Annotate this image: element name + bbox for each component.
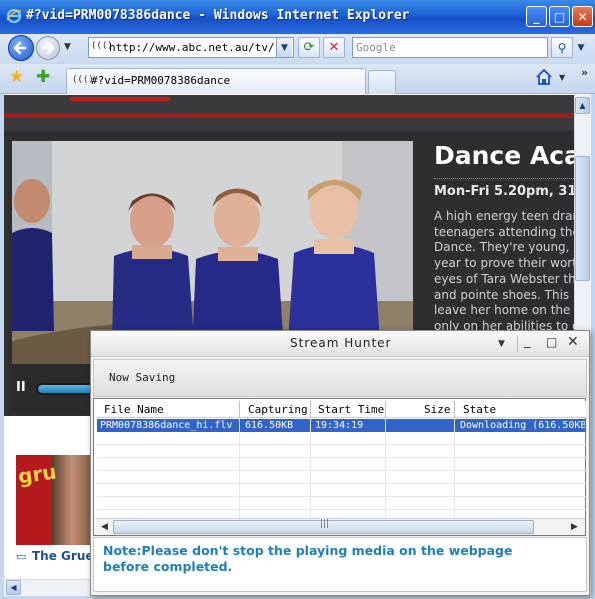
maximize-button[interactable]: □ — [549, 6, 570, 27]
close-icon: ✕ — [577, 9, 588, 24]
window-title: #?vid=PRM0078386dance - Windows Internet… — [26, 8, 410, 23]
grid-line — [97, 496, 586, 497]
sh-maximize-button[interactable]: □ — [546, 335, 557, 349]
search-input[interactable]: Google — [356, 41, 396, 54]
column-header-size[interactable]: Size — [424, 403, 451, 416]
desc-line: A high energy teen drama — [434, 209, 584, 223]
header-accent — [70, 97, 170, 101]
grid-line — [239, 419, 240, 519]
stream-hunter-title: Stream Hunter — [290, 336, 392, 350]
refresh-button[interactable]: ⟳ — [298, 37, 320, 58]
desc-line: leave her home on the farm — [434, 303, 584, 318]
title-divider — [434, 178, 574, 179]
window-frame-right — [591, 94, 595, 599]
grid-line — [310, 419, 311, 519]
note-text: Note:Please don't stop the playing media… — [103, 543, 513, 574]
grid-line — [97, 457, 586, 458]
pause-icon[interactable]: II — [16, 380, 26, 395]
sh-title-separator — [517, 336, 518, 352]
forward-button[interactable] — [36, 36, 60, 60]
cell-capturing: 616.50KB — [245, 420, 294, 431]
grid-line — [97, 509, 586, 510]
desc-line: Dance. They're young, bea — [434, 240, 584, 255]
column-divider[interactable] — [454, 401, 455, 418]
add-favorites-icon[interactable]: ✚ — [36, 67, 50, 87]
column-divider[interactable] — [385, 401, 386, 418]
column-divider[interactable] — [239, 401, 240, 418]
column-divider[interactable] — [310, 401, 311, 418]
home-icon[interactable] — [535, 68, 555, 88]
tv-icon: ▭ — [16, 550, 27, 563]
new-tab-button[interactable] — [368, 70, 396, 94]
back-button[interactable] — [8, 35, 34, 61]
column-header-state[interactable]: State — [463, 403, 496, 416]
stop-button[interactable]: ✕ — [323, 37, 345, 58]
cell-start-time: 19:34:19 — [315, 420, 364, 431]
sh-close-button[interactable]: ✕ — [567, 334, 579, 350]
desc-line: eyes of Tara Webster this — [434, 271, 584, 286]
sh-minimize-button[interactable]: _ — [524, 334, 531, 349]
home-dropdown[interactable]: ▼ — [559, 73, 565, 82]
sh-status-text: Now Saving — [109, 371, 176, 384]
column-header-capturing[interactable]: Capturing — [248, 403, 308, 416]
desc-line: teenagers attending the N — [434, 224, 584, 239]
forward-arrow-icon — [41, 41, 55, 55]
recent-pages-dropdown[interactable]: ▼ — [64, 42, 71, 52]
scroll-left-icon[interactable]: ◀ — [97, 520, 112, 534]
back-arrow-icon — [13, 41, 27, 55]
column-header-start-time[interactable]: Start Time — [318, 403, 384, 416]
search-options-dropdown[interactable]: ▼ — [574, 38, 588, 57]
search-button[interactable]: ⚲ — [551, 37, 573, 58]
tab-label[interactable]: #?vid=PRM0078386dance — [91, 74, 230, 87]
grid-line — [454, 419, 455, 519]
maximize-icon: □ — [553, 9, 566, 24]
sh-menu-dropdown-icon[interactable]: ▼ — [498, 339, 505, 349]
header-red-line — [4, 113, 574, 118]
scroll-left-icon[interactable]: ◀ — [6, 580, 21, 595]
thumbnail-person-image — [52, 455, 92, 545]
grid-line — [97, 444, 586, 445]
show-time: Mon-Fri 5.20pm, 31/05 — [434, 184, 595, 199]
chevron-more-icon[interactable]: » — [581, 66, 588, 79]
scroll-right-icon[interactable]: ▶ — [567, 520, 582, 534]
grid-line — [97, 470, 586, 471]
cell-file-name: PRM0078386dance_hi.flv — [100, 420, 233, 431]
vertical-scroll-thumb[interactable] — [575, 156, 590, 281]
desc-line: year to prove their worth. S — [434, 256, 584, 271]
progress-fill — [38, 385, 93, 393]
close-button[interactable]: ✕ — [572, 6, 593, 27]
minimize-icon: _ — [533, 9, 540, 24]
ie-logo-icon — [6, 8, 22, 24]
show-description: A high energy teen drama teenagers atten… — [434, 209, 584, 335]
cell-state: Downloading (616.50KB — [460, 420, 585, 431]
scroll-up-icon[interactable]: ▲ — [575, 97, 590, 114]
refresh-icon: ⟳ — [303, 40, 315, 55]
grid-line — [97, 483, 586, 484]
desc-line: and pointe shoes. This is t — [434, 287, 584, 302]
search-icon: ⚲ — [557, 40, 567, 55]
scroll-grip-icon: ||| — [320, 519, 330, 529]
window-frame-left — [0, 94, 4, 599]
minimize-button[interactable]: _ — [526, 6, 547, 27]
screen: #?vid=PRM0078386dance - Windows Internet… — [0, 0, 595, 599]
grid-line — [385, 419, 386, 519]
show-title: Dance Aca — [434, 141, 581, 170]
column-header-file-name[interactable]: File Name — [104, 403, 164, 416]
address-input[interactable]: http://www.abc.net.au/tv/vi — [109, 41, 275, 54]
favorites-star-icon[interactable]: ★ — [9, 67, 24, 87]
stop-icon: ✕ — [328, 40, 340, 55]
address-dropdown[interactable]: ▼ — [276, 38, 292, 57]
